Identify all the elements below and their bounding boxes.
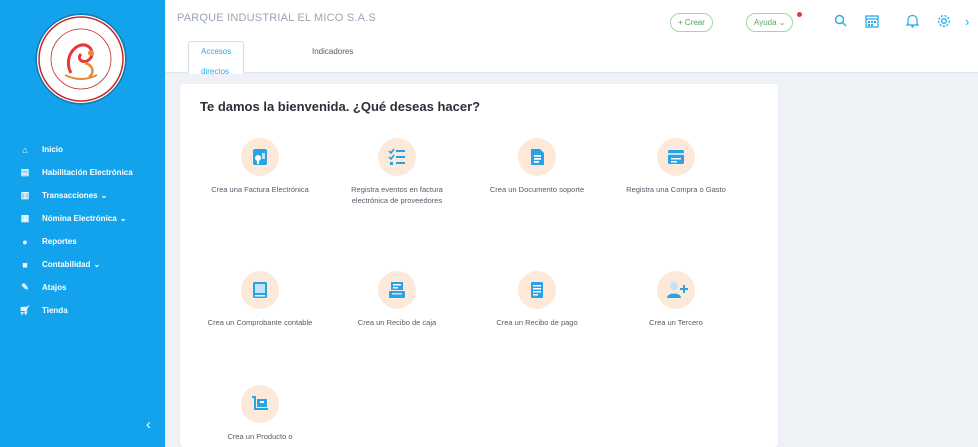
sidebar-item-tienda[interactable]: 🛒︎ Tienda	[18, 299, 165, 322]
chevron-down-icon: ⌄	[119, 214, 127, 223]
document-icon: ▤	[20, 167, 30, 177]
sidebar-item-habilitacion[interactable]: ▤ Habilitación Electrónica	[18, 161, 165, 184]
shortcut-label: Registra eventos en factura electrónica …	[351, 185, 443, 205]
sidebar-item-label: Transacciones	[42, 191, 98, 200]
shortcut-label: Crea un Tercero	[649, 318, 703, 327]
shortcut-crea-tercero[interactable]: Crea un Tercero	[621, 271, 731, 328]
chevron-down-icon: ⌄	[778, 18, 786, 27]
sidebar-item-label: Reportes	[42, 237, 77, 246]
accounting-icon: ■	[22, 259, 28, 270]
shortcut-label: Crea un Documento soporte	[489, 185, 585, 194]
ayuda-button[interactable]: Ayuda ⌄	[746, 13, 794, 32]
more-menu-icon[interactable]: ›	[965, 14, 969, 29]
sidebar-item-label: Inicio	[42, 145, 63, 154]
chevron-down-icon: ⌄	[100, 191, 108, 200]
sidebar-item-atajos[interactable]: ✎ Atajos	[18, 276, 165, 299]
sidebar-item-contabilidad[interactable]: ■ Contabilidad ⌄	[18, 253, 165, 276]
shortcut-crea-comprobante[interactable]: Crea un Comprobante contable	[205, 271, 315, 328]
bell-icon[interactable]	[905, 14, 920, 31]
voucher-icon	[241, 271, 279, 309]
home-icon: ⌂	[22, 144, 28, 155]
add-contact-icon	[657, 271, 695, 309]
sidebar-item-label: Atajos	[42, 283, 67, 292]
welcome-heading: Te damos la bienvenida. ¿Qué deseas hace…	[200, 99, 481, 114]
sidebar-item-inicio[interactable]: ⌂ Inicio	[18, 138, 165, 161]
sidebar: ⌂ Inicio ▤ Habilitación Electrónica ▥ Tr…	[0, 0, 165, 447]
logo-emblem-icon	[38, 16, 124, 102]
shortcut-icon: ✎	[21, 282, 29, 292]
shortcut-crea-producto[interactable]: Crea un Producto o	[205, 385, 315, 442]
sidebar-item-label: Habilitación Electrónica	[42, 168, 133, 177]
shortcut-crea-documento-soporte[interactable]: Crea un Documento soporte	[482, 138, 592, 195]
chevron-down-icon: ⌄	[93, 260, 101, 269]
transactions-icon: ▥	[20, 190, 30, 200]
shortcut-registra-eventos[interactable]: Registra eventos en factura electrónica …	[342, 138, 452, 206]
search-icon[interactable]	[834, 14, 847, 30]
sidebar-nav: ⌂ Inicio ▤ Habilitación Electrónica ▥ Tr…	[18, 138, 165, 322]
shortcut-label: Crea un Recibo de pago	[496, 318, 578, 327]
company-name: PARQUE INDUSTRIAL EL MICO S.A.S	[177, 12, 376, 24]
notification-badge	[797, 12, 802, 17]
checklist-icon	[378, 138, 416, 176]
shortcut-label: Crea un Producto o	[227, 432, 293, 441]
sidebar-item-label: Contabilidad	[42, 260, 91, 269]
shortcut-crea-recibo-pago[interactable]: Crea un Recibo de pago	[482, 271, 592, 328]
shortcut-registra-compra[interactable]: Registra una Compra o Gasto	[621, 138, 731, 195]
sidebar-item-reportes[interactable]: ● Reportes	[18, 230, 165, 253]
sidebar-item-label: Nómina Electrónica	[42, 214, 117, 223]
sidebar-item-label: Tienda	[42, 306, 68, 315]
cash-receipt-icon	[378, 271, 416, 309]
tab-accesos-directos[interactable]: Accesos directos	[188, 41, 245, 76]
crear-button[interactable]: + Crear	[670, 13, 713, 32]
shortcut-label: Registra una Compra o Gasto	[626, 185, 726, 194]
support-document-icon	[518, 138, 556, 176]
product-icon	[241, 385, 279, 423]
tab-indicadores[interactable]: Indicadores	[300, 42, 365, 70]
top-header: PARQUE INDUSTRIAL EL MICO S.A.S + Crear …	[165, 0, 978, 73]
shortcut-label: Crea un Recibo de caja	[357, 318, 437, 327]
shortcuts-card: Te damos la bienvenida. ¿Qué deseas hace…	[180, 84, 778, 447]
sidebar-item-nomina[interactable]: ▦ Nómina Electrónica ⌄	[18, 207, 165, 230]
shortcut-crea-recibo-caja[interactable]: Crea un Recibo de caja	[342, 271, 452, 328]
shortcut-crea-factura[interactable]: Crea una Factura Electrónica	[205, 138, 315, 195]
sidebar-item-transacciones[interactable]: ▥ Transacciones ⌄	[18, 184, 165, 207]
shortcut-label: Crea un Comprobante contable	[207, 318, 313, 327]
company-logo[interactable]	[35, 13, 127, 105]
ayuda-label: Ayuda	[754, 18, 777, 27]
payroll-icon: ▦	[20, 213, 30, 223]
gear-icon[interactable]	[937, 14, 951, 31]
reports-icon: ●	[22, 236, 28, 247]
payment-receipt-icon	[518, 271, 556, 309]
store-icon: 🛒︎	[19, 305, 31, 315]
calendar-icon[interactable]	[865, 14, 879, 31]
invoice-icon	[241, 138, 279, 176]
shortcut-label: Crea una Factura Electrónica	[211, 185, 309, 194]
purchase-icon	[657, 138, 695, 176]
collapse-sidebar-icon[interactable]: ‹	[146, 416, 151, 433]
